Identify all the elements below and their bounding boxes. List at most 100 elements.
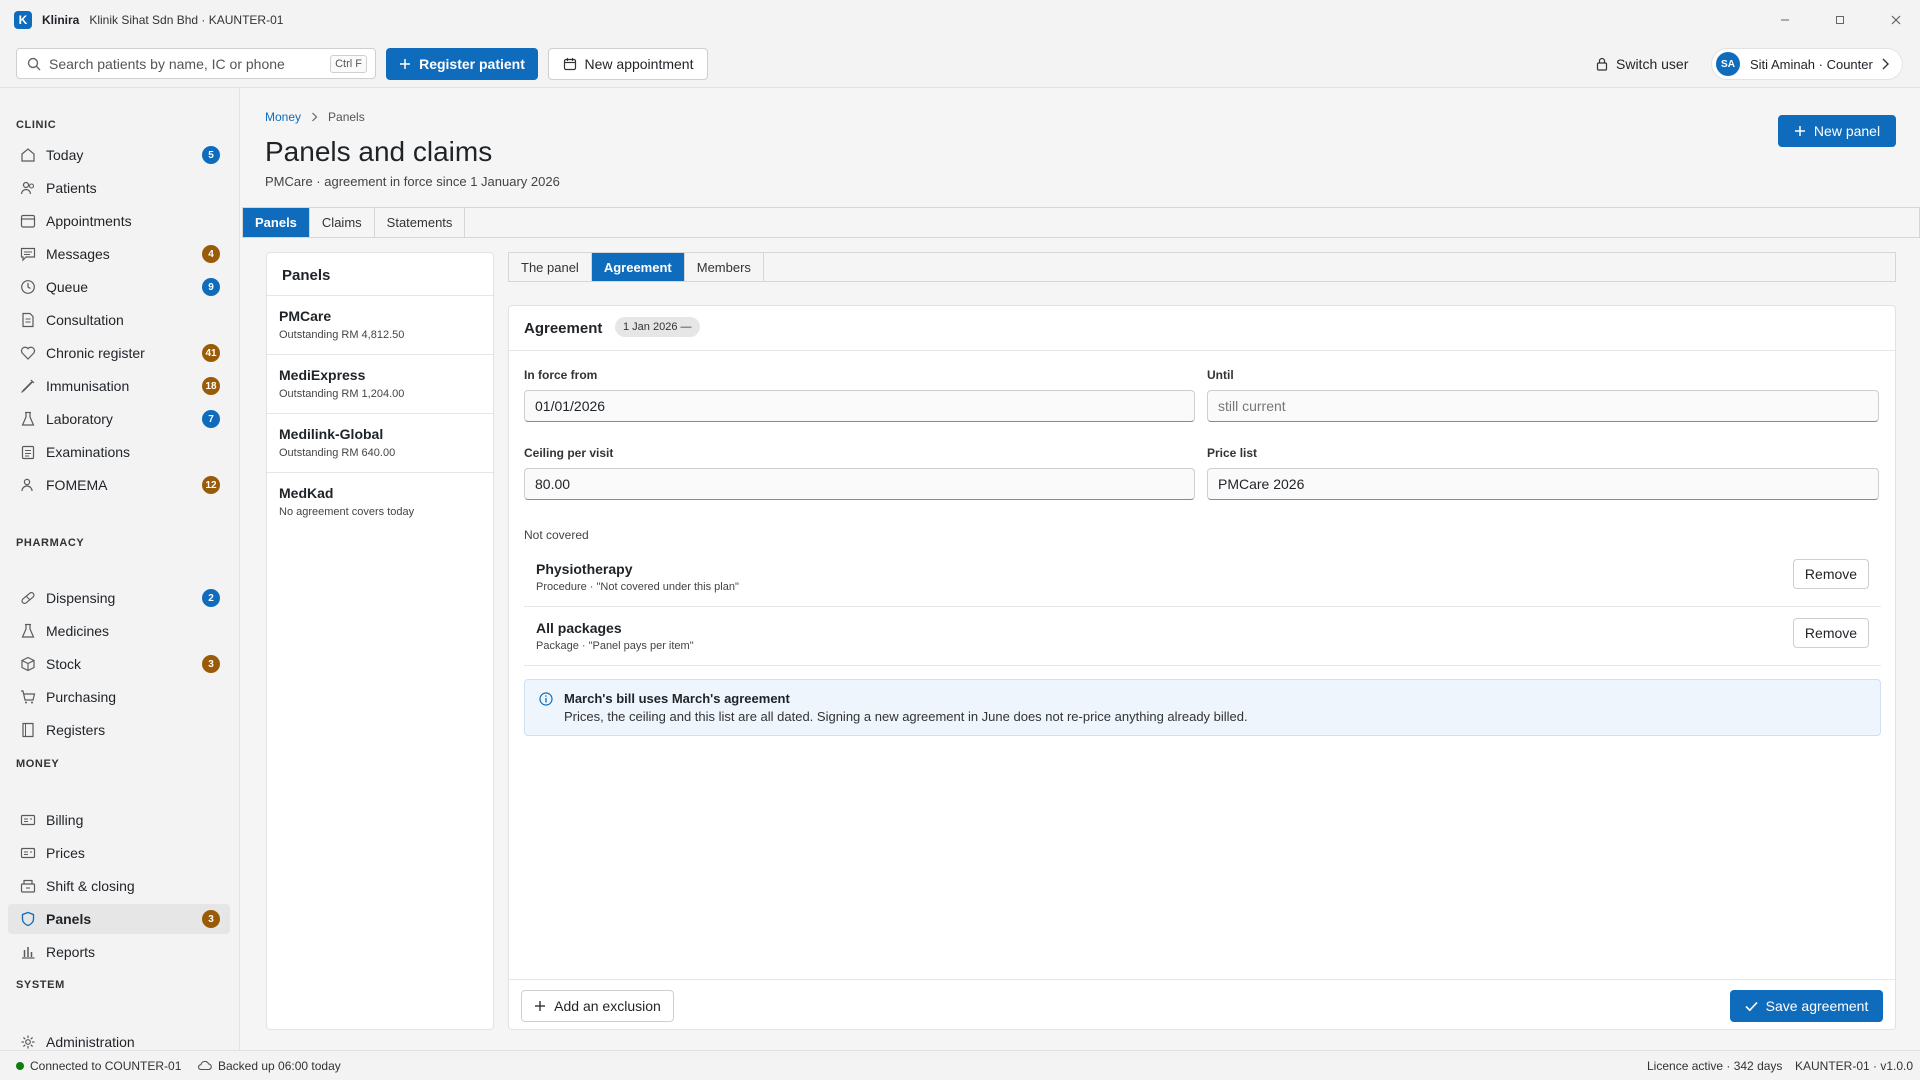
user-name: Siti Aminah · Counter [1750, 56, 1873, 72]
heart-icon [20, 345, 36, 361]
sidebar-item-label: Messages [46, 246, 110, 262]
sidebar-item-fomema[interactable]: FOMEMA 12 [8, 470, 230, 500]
tab-panels[interactable]: Panels [243, 208, 310, 237]
until-label: Until [1207, 368, 1234, 382]
sidebar-item-patients[interactable]: Patients [8, 173, 230, 203]
exclusion-name: Physiotherapy [536, 561, 633, 577]
sidebar-item-consultation[interactable]: Consultation [8, 305, 230, 335]
price-list-field[interactable] [1207, 468, 1879, 500]
panel-list-item[interactable]: Medilink-Global Outstanding RM 640.00 [267, 413, 493, 472]
clipboard-icon [20, 444, 36, 460]
app-logo: K [14, 11, 32, 29]
breadcrumb-money-link[interactable]: Money [265, 110, 301, 124]
search-box[interactable]: Ctrl F [16, 48, 376, 79]
user-menu[interactable]: SA Siti Aminah · Counter [1711, 48, 1903, 80]
sidebar-item-queue[interactable]: Queue 9 [8, 272, 230, 302]
info-icon [539, 692, 553, 706]
sidebar-item-registers[interactable]: Registers [8, 715, 230, 745]
checkmark-icon [1745, 1001, 1758, 1012]
nav-section-system: SYSTEM [16, 979, 65, 991]
panel-outstanding: Outstanding RM 4,812.50 [279, 329, 405, 341]
in-force-field[interactable] [524, 390, 1195, 422]
remove-exclusion-button[interactable]: Remove [1793, 559, 1869, 589]
tab-statements[interactable]: Statements [375, 208, 466, 237]
person-badge-icon [20, 477, 36, 493]
avatar: SA [1716, 52, 1740, 76]
sidebar-item-billing[interactable]: Billing [8, 805, 230, 835]
panel-name: MediExpress [279, 367, 366, 383]
sidebar-item-immunisation[interactable]: Immunisation 18 [8, 371, 230, 401]
count-badge: 3 [202, 910, 220, 928]
maximize-button[interactable] [1828, 8, 1852, 32]
count-badge: 9 [202, 278, 220, 296]
sidebar-item-purchasing[interactable]: Purchasing [8, 682, 230, 712]
calendar-icon [563, 57, 577, 71]
agreement-date-badge: 1 Jan 2026 — [615, 317, 700, 337]
sidebar-item-label: Registers [46, 722, 106, 738]
sidebar-item-reports[interactable]: Reports [8, 937, 230, 967]
register-patient-button[interactable]: Register patient [386, 48, 538, 80]
sidebar-item-stock[interactable]: Stock 3 [8, 649, 230, 679]
switch-user-button[interactable]: Switch user [1596, 48, 1688, 80]
breadcrumb-current: Panels [328, 110, 365, 124]
ceiling-field[interactable] [524, 468, 1195, 500]
sidebar-item-dispensing[interactable]: Dispensing 2 [8, 583, 230, 613]
title-bar: K Klinira Klinik Sihat Sdn Bhd · KAUNTER… [0, 0, 1920, 40]
new-appointment-button[interactable]: New appointment [548, 48, 708, 80]
box-icon [20, 656, 36, 672]
panel-list-item[interactable]: PMCare Outstanding RM 4,812.50 [267, 295, 493, 354]
tab-claims[interactable]: Claims [310, 208, 375, 237]
tab-members[interactable]: Members [685, 253, 764, 281]
sidebar-item-shift-and-closing[interactable]: Shift & closing [8, 871, 230, 901]
sidebar-item-today[interactable]: Today 5 [8, 140, 230, 170]
add-exclusion-label: Add an exclusion [554, 998, 661, 1014]
remove-exclusion-button[interactable]: Remove [1793, 618, 1869, 648]
window-subtitle: Klinik Sihat Sdn Bhd · KAUNTER-01 [89, 13, 284, 27]
pill-icon [20, 590, 36, 606]
sidebar-item-appointments[interactable]: Appointments [8, 206, 230, 236]
sidebar-item-label: Panels [46, 911, 92, 927]
new-panel-button[interactable]: New panel [1778, 115, 1896, 147]
clock-icon [20, 279, 36, 295]
sidebar-item-label: Consultation [46, 312, 124, 328]
version-label: KAUNTER-01 · v1.0.0 [1795, 1059, 1914, 1073]
price-tag-icon [20, 845, 36, 861]
agreement-title: Agreement [524, 320, 603, 337]
sidebar-item-prices[interactable]: Prices [8, 838, 230, 868]
panel-outstanding: No agreement covers today [279, 506, 415, 518]
sidebar-item-laboratory[interactable]: Laboratory 7 [8, 404, 230, 434]
sidebar-item-label: Laboratory [46, 411, 113, 427]
tab-the-panel[interactable]: The panel [509, 253, 592, 281]
sidebar-item-label: Queue [46, 279, 89, 295]
panel-list-item[interactable]: MediExpress Outstanding RM 1,204.00 [267, 354, 493, 413]
until-field[interactable] [1207, 390, 1879, 422]
close-window-button[interactable] [1884, 8, 1908, 32]
flask-icon [20, 411, 36, 427]
search-input[interactable] [49, 55, 329, 72]
add-exclusion-button[interactable]: Add an exclusion [521, 990, 674, 1022]
app-name: Klinira [42, 13, 80, 27]
count-badge: 41 [202, 344, 220, 362]
sidebar-item-panels[interactable]: Panels 3 [8, 904, 230, 934]
sidebar-item-examinations[interactable]: Examinations [8, 437, 230, 467]
count-badge: 2 [202, 589, 220, 607]
tab-agreement[interactable]: Agreement [591, 253, 685, 281]
exclusion-detail: Procedure · "Not covered under this plan… [536, 581, 739, 593]
agreement-card: Agreement 1 Jan 2026 — In force from Unt… [508, 305, 1896, 1030]
cart-icon [20, 689, 36, 705]
calendar-icon [20, 213, 36, 229]
toolbar: Ctrl F Register patient New appointment … [0, 40, 1920, 88]
panel-list-item[interactable]: MedKad No agreement covers today [267, 472, 493, 531]
cash-drawer-icon [20, 878, 36, 894]
page-subtitle: PMCare · agreement in force since 1 Janu… [265, 174, 560, 189]
sidebar-item-label: Medicines [46, 623, 110, 639]
exclusion-row: Physiotherapy Procedure · "Not covered u… [524, 548, 1881, 607]
sidebar-item-label: Patients [46, 180, 97, 196]
save-agreement-button[interactable]: Save agreement [1730, 990, 1883, 1022]
save-agreement-label: Save agreement [1765, 998, 1869, 1014]
sidebar-item-medicines[interactable]: Medicines [8, 616, 230, 646]
home-icon [20, 147, 36, 163]
minimize-button[interactable] [1773, 8, 1797, 32]
sidebar-item-chronic-register[interactable]: Chronic register 41 [8, 338, 230, 368]
sidebar-item-messages[interactable]: Messages 4 [8, 239, 230, 269]
